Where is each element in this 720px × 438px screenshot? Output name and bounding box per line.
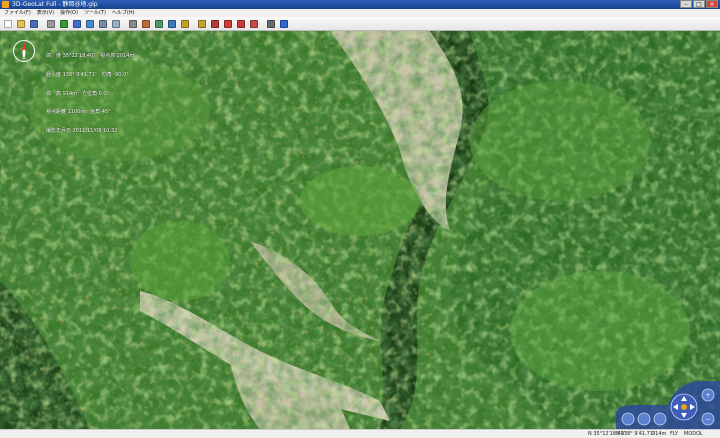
menu-tools[interactable]: ツール(T) bbox=[84, 9, 106, 17]
cube-3d-button[interactable] bbox=[128, 19, 138, 29]
menu-help[interactable]: ヘルプ(H) bbox=[112, 9, 135, 17]
zoom-area-button[interactable] bbox=[236, 19, 246, 29]
print-button[interactable] bbox=[46, 19, 56, 29]
marker-button[interactable] bbox=[223, 19, 233, 29]
rotate-view-icon bbox=[86, 20, 94, 28]
svg-text:−: − bbox=[705, 416, 710, 423]
save-icon bbox=[30, 20, 38, 28]
marker-icon bbox=[224, 20, 232, 28]
light-button[interactable] bbox=[180, 19, 190, 29]
terrain-icon bbox=[155, 20, 163, 28]
texture-button[interactable] bbox=[167, 19, 177, 29]
open-folder-button[interactable] bbox=[16, 19, 26, 29]
wrench-button[interactable] bbox=[266, 19, 276, 29]
copy-view-icon bbox=[112, 20, 120, 28]
search-point-button[interactable] bbox=[249, 19, 259, 29]
help-icon bbox=[280, 20, 288, 28]
rotate-view-button[interactable] bbox=[85, 19, 95, 29]
terrain-button[interactable] bbox=[154, 19, 164, 29]
window-title: 3D-GeoLat Full - 静岡谷地.glp bbox=[12, 1, 98, 8]
overlay-line-elev: 標 高 914m 方位角 0.0° bbox=[46, 90, 110, 97]
view-info-overlay: 緯 度 35°12′18.40″ 視点高 2014m 経 度 138° 9′41… bbox=[46, 41, 134, 140]
close-button[interactable]: × bbox=[706, 0, 718, 8]
window-layout-button[interactable] bbox=[98, 19, 108, 29]
profile-chart-icon bbox=[198, 20, 206, 28]
status-elevation: 914m bbox=[652, 431, 667, 437]
search-point-icon bbox=[250, 20, 258, 28]
navigation-pad[interactable]: + − bbox=[616, 381, 720, 429]
cube-3d-icon bbox=[129, 20, 137, 28]
menu-file[interactable]: ファイル(F) bbox=[4, 9, 31, 17]
export-image-button[interactable] bbox=[59, 19, 69, 29]
status-state: MODOL bbox=[684, 431, 703, 437]
export-image-icon bbox=[60, 20, 68, 28]
overlay-line-lat: 緯 度 35°12′18.40″ 視点高 2014m bbox=[46, 53, 135, 60]
layer-button[interactable] bbox=[141, 19, 151, 29]
tilt-down-button bbox=[637, 412, 651, 426]
zoom-area-icon bbox=[237, 20, 245, 28]
help-button[interactable] bbox=[279, 19, 289, 29]
measure-button[interactable] bbox=[210, 19, 220, 29]
status-mode: FLY bbox=[670, 431, 679, 437]
status-bar: N 35°12′18.40″ E 138° 9′41.71″ 914m FLY … bbox=[0, 429, 720, 438]
toolbar bbox=[0, 17, 720, 31]
light-icon bbox=[181, 20, 189, 28]
overlay-line-lon: 経 度 138° 9′41.71″ 仰角 -90.0° bbox=[46, 72, 129, 79]
app-icon bbox=[2, 1, 9, 8]
open-folder-icon bbox=[17, 20, 25, 28]
print-icon bbox=[47, 20, 55, 28]
svg-text:+: + bbox=[705, 392, 710, 399]
tilt-up-button bbox=[621, 412, 635, 426]
save-button[interactable] bbox=[29, 19, 39, 29]
import-button[interactable] bbox=[72, 19, 82, 29]
measure-icon bbox=[211, 20, 219, 28]
new-file-icon bbox=[4, 20, 12, 28]
layer-icon bbox=[142, 20, 150, 28]
rotate-left-button bbox=[653, 412, 667, 426]
import-icon bbox=[73, 20, 81, 28]
minimize-button[interactable]: – bbox=[680, 0, 692, 8]
maximize-button[interactable]: □ bbox=[693, 0, 705, 8]
menu-operation[interactable]: 操作(O) bbox=[60, 9, 78, 17]
profile-chart-button[interactable] bbox=[197, 19, 207, 29]
overlay-line-distance: 視点距離 1100m 画角 45° bbox=[46, 109, 111, 116]
texture-icon bbox=[168, 20, 176, 28]
wrench-icon bbox=[267, 20, 275, 28]
copy-view-button[interactable] bbox=[111, 19, 121, 29]
overlay-line-date: 撮影年月日 2011/11/08 10:32 bbox=[46, 127, 118, 134]
title-bar: 3D-GeoLat Full - 静岡谷地.glp – □ × bbox=[0, 0, 720, 9]
window-layout-icon bbox=[99, 20, 107, 28]
new-file-button[interactable] bbox=[3, 19, 13, 29]
compass-icon[interactable] bbox=[12, 39, 36, 63]
center-button bbox=[681, 404, 687, 410]
menu-view[interactable]: 表示(V) bbox=[37, 9, 54, 17]
menu-bar: ファイル(F) 表示(V) 操作(O) ツール(T) ヘルプ(H) bbox=[0, 9, 720, 17]
window-controls: – □ × bbox=[680, 0, 718, 9]
status-longitude: E 138° 9′41.71″ bbox=[616, 431, 655, 437]
